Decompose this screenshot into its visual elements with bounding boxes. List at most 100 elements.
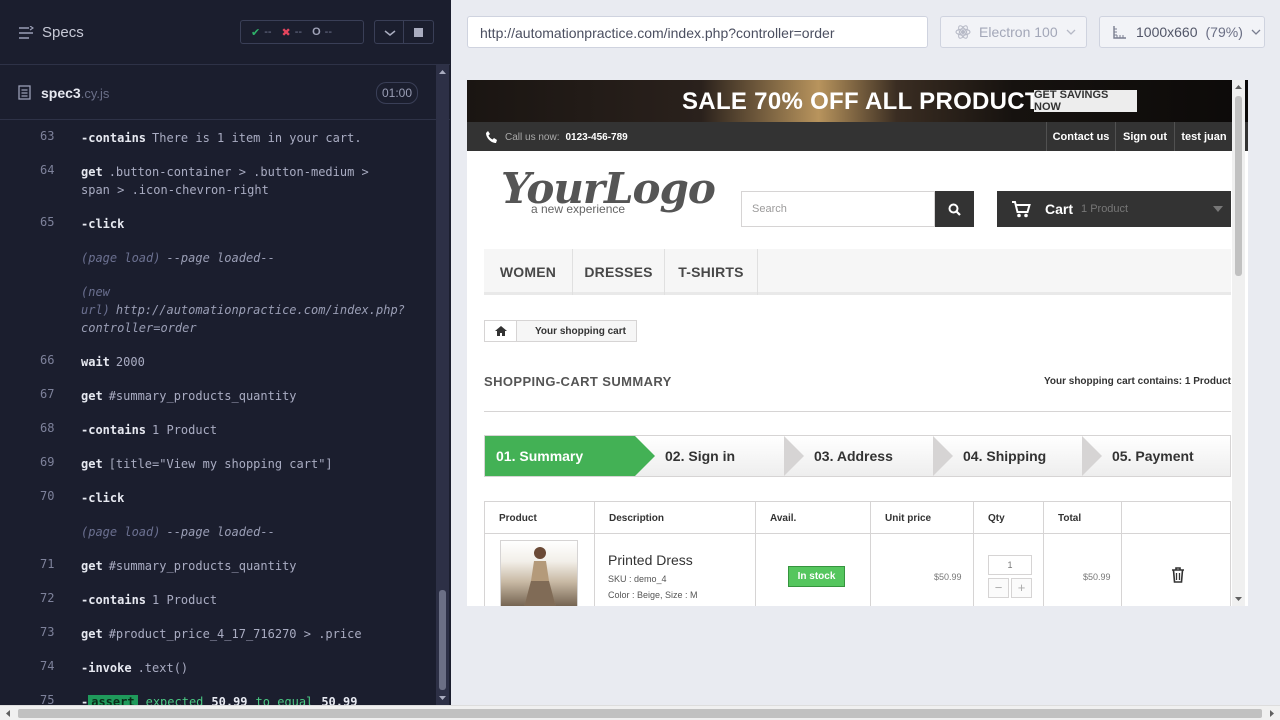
home-icon[interactable] bbox=[485, 321, 517, 341]
command-row[interactable]: 66 wait 2000 bbox=[0, 345, 434, 379]
product-image[interactable] bbox=[500, 540, 578, 606]
main-menu: WOMEN DRESSES T-SHIRTS bbox=[484, 249, 1231, 295]
command-row[interactable]: (page load) --page loaded-- bbox=[0, 515, 434, 549]
menu-dresses[interactable]: DRESSES bbox=[573, 249, 665, 295]
command-name: (page load) bbox=[81, 525, 161, 539]
search-input[interactable]: Search bbox=[741, 191, 935, 227]
command-row[interactable]: 65 -click bbox=[0, 207, 434, 241]
failed-stat: ✖ -- bbox=[281, 26, 303, 39]
chevron-down-icon bbox=[1251, 29, 1261, 35]
command-log: 63 -contains There is 1 item in your cart.… bbox=[0, 121, 434, 720]
step-3[interactable]: 03. Address bbox=[784, 436, 933, 476]
menu-women[interactable]: WOMEN bbox=[484, 249, 573, 295]
site-logo[interactable]: YourLogo a new experience bbox=[501, 168, 716, 222]
command-row[interactable]: 71 get #summary_products_quantity bbox=[0, 549, 434, 583]
product-sku: SKU : demo_4 bbox=[608, 574, 667, 584]
product-attributes[interactable]: Color : Beige, Size : M bbox=[608, 590, 698, 600]
command-name: get bbox=[81, 389, 103, 403]
command-row[interactable]: (new url) http://automationpractice.com/i… bbox=[0, 275, 434, 345]
command-name: -invoke bbox=[81, 661, 132, 675]
cart-icon bbox=[1012, 200, 1031, 217]
command-name: get bbox=[81, 627, 103, 641]
promo-banner[interactable]: SALE 70% OFF ALL PRODUCTS GET SAVINGS NO… bbox=[467, 80, 1248, 122]
sign-out-link[interactable]: Sign out bbox=[1115, 122, 1174, 151]
browser-label: Electron 100 bbox=[979, 24, 1058, 40]
reporter-scroll-thumb[interactable] bbox=[439, 590, 446, 690]
cart-button[interactable]: Cart 1 Product bbox=[997, 191, 1231, 227]
command-row[interactable]: 64 get .button-container > .button-medium … bbox=[0, 155, 434, 207]
command-name: wait bbox=[81, 355, 110, 369]
viewport-zoom: (79%) bbox=[1205, 24, 1243, 40]
search-button[interactable] bbox=[935, 191, 974, 227]
command-body: get [title="View my shopping cart"] bbox=[81, 447, 434, 481]
spinner-icon: O bbox=[312, 26, 321, 38]
frame-scrollbar[interactable] bbox=[1232, 80, 1245, 606]
menu-tshirts[interactable]: T-SHIRTS bbox=[665, 249, 758, 295]
command-name: (new url) bbox=[81, 285, 110, 317]
horizontal-scroll-thumb[interactable] bbox=[18, 709, 1262, 718]
step-5[interactable]: 05. Payment bbox=[1082, 436, 1230, 476]
pending-stat: O -- bbox=[312, 26, 332, 38]
viewport-size: 1000x660 bbox=[1136, 24, 1198, 40]
specs-button[interactable]: Specs bbox=[18, 24, 84, 41]
command-arg: .button-container > .button-medium > spa… bbox=[81, 165, 369, 197]
quantity-input[interactable]: 1 bbox=[988, 555, 1032, 575]
ruler-icon bbox=[1113, 26, 1126, 39]
cart-label: Cart bbox=[1045, 201, 1074, 217]
command-row[interactable]: (page load) --page loaded-- bbox=[0, 241, 434, 275]
command-number: 69 bbox=[40, 455, 55, 469]
viewport-selector[interactable]: 1000x660 (79%) bbox=[1099, 16, 1265, 48]
total-price: $50.99 bbox=[1083, 572, 1111, 582]
th-availability: Avail. bbox=[756, 502, 871, 534]
command-body: wait 2000 bbox=[81, 345, 434, 379]
th-product: Product bbox=[485, 502, 595, 534]
get-savings-button[interactable]: GET SAVINGS NOW bbox=[1034, 89, 1137, 113]
command-row[interactable]: 74 -invoke .text() bbox=[0, 651, 434, 685]
step-1[interactable]: 01. Summary bbox=[485, 436, 635, 476]
command-row[interactable]: 63 -contains There is 1 item in your cart. bbox=[0, 121, 434, 155]
command-arg: .text() bbox=[137, 661, 189, 675]
command-name: -contains bbox=[81, 423, 147, 437]
passed-stat: ✔ -- bbox=[251, 26, 272, 39]
file-icon bbox=[18, 85, 31, 100]
account-link[interactable]: test juan bbox=[1174, 122, 1234, 151]
toggle-button[interactable] bbox=[374, 20, 404, 44]
command-row[interactable]: 68 -contains 1 Product bbox=[0, 413, 434, 447]
url-bar[interactable]: http://automationpractice.com/index.php?… bbox=[467, 16, 928, 48]
qty-up-button[interactable]: + bbox=[1011, 578, 1032, 598]
frame-scroll-thumb[interactable] bbox=[1235, 96, 1242, 276]
reporter-scrollbar[interactable] bbox=[436, 65, 449, 705]
scroll-down-arrow-icon bbox=[439, 696, 446, 700]
breadcrumb: Your shopping cart bbox=[484, 320, 637, 342]
horizontal-scrollbar[interactable] bbox=[0, 705, 1280, 720]
step-2[interactable]: 02. Sign in bbox=[635, 436, 784, 476]
command-number: 66 bbox=[40, 353, 55, 367]
breadcrumb-current: Your shopping cart bbox=[535, 325, 626, 337]
th-unit-price: Unit price bbox=[871, 502, 974, 534]
command-body: -contains 1 Product bbox=[81, 413, 434, 447]
step-4[interactable]: 04. Shipping bbox=[933, 436, 1082, 476]
command-arg: #summary_products_quantity bbox=[108, 389, 297, 403]
command-name: -click bbox=[81, 217, 125, 231]
unit-price: $50.99 bbox=[934, 572, 962, 582]
step-arrow bbox=[1082, 436, 1102, 476]
scroll-left-arrow-icon bbox=[6, 710, 10, 717]
command-name: -contains bbox=[81, 593, 147, 607]
qty-down-button[interactable]: − bbox=[988, 578, 1009, 598]
page-title: SHOPPING-CART SUMMARY bbox=[484, 374, 672, 389]
product-name[interactable]: Printed Dress bbox=[608, 552, 693, 568]
browser-selector[interactable]: Electron 100 bbox=[940, 16, 1087, 48]
contact-us-link[interactable]: Contact us bbox=[1046, 122, 1115, 151]
command-row[interactable]: 67 get #summary_products_quantity bbox=[0, 379, 434, 413]
electron-icon bbox=[955, 25, 971, 39]
command-number: 74 bbox=[40, 659, 55, 673]
command-row[interactable]: 73 get #product_price_4_17_716270 > .price bbox=[0, 617, 434, 651]
command-row[interactable]: 70 -click bbox=[0, 481, 434, 515]
command-arg: http://automationpractice.com/index.php?… bbox=[81, 303, 405, 335]
top-bar: Call us now: 0123-456-789 Contact us Sig… bbox=[467, 122, 1248, 151]
stop-button[interactable] bbox=[404, 20, 434, 44]
trash-icon[interactable] bbox=[1171, 567, 1185, 583]
command-row[interactable]: 69 get [title="View my shopping cart"] bbox=[0, 447, 434, 481]
phone-icon bbox=[486, 131, 497, 143]
command-row[interactable]: 72 -contains 1 Product bbox=[0, 583, 434, 617]
